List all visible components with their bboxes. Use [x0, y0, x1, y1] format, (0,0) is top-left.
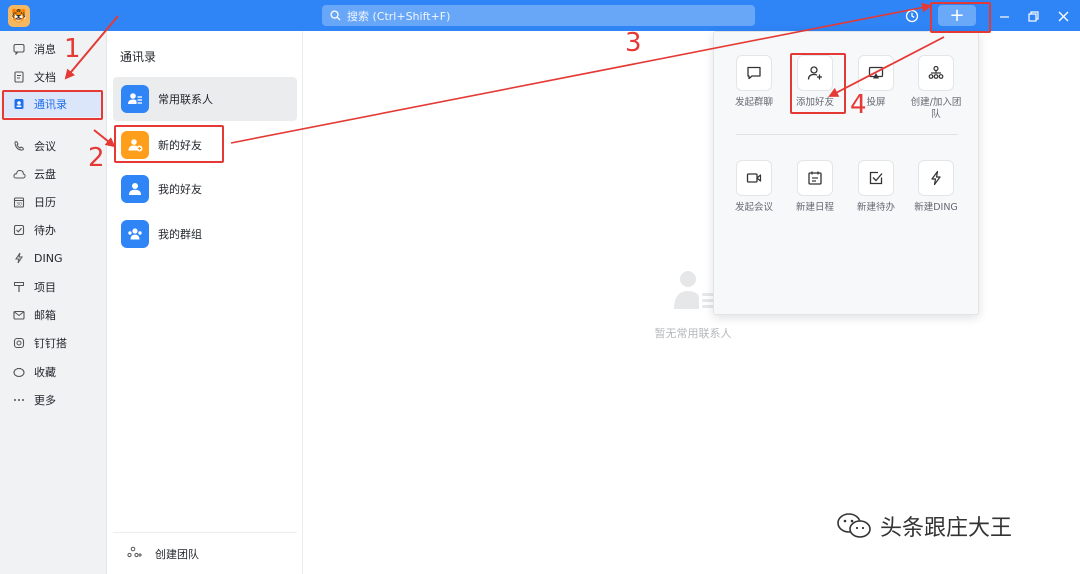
- screen-cast-icon: [858, 55, 894, 91]
- my-groups-icon: [121, 220, 149, 248]
- annotation-number-2: 2: [88, 143, 105, 173]
- svg-text:30: 30: [16, 202, 22, 208]
- annotation-number-4: 4: [850, 90, 867, 120]
- document-icon: [12, 70, 26, 84]
- my-friends-icon: [121, 175, 149, 203]
- title-bar: 🐯 搜索 (Ctrl+Shift+F) +: [0, 0, 1080, 31]
- sidebar-item-label: 收藏: [34, 366, 56, 379]
- sidebar-item-mail[interactable]: 邮箱: [2, 302, 102, 328]
- annotation-number-1: 1: [64, 34, 81, 64]
- search-input[interactable]: 搜索 (Ctrl+Shift+F): [322, 5, 755, 26]
- ding-icon: [12, 251, 26, 265]
- search-icon: [330, 10, 341, 21]
- calendar-icon: 30: [12, 195, 26, 209]
- sidebar-item-calendar[interactable]: 30 日历: [2, 189, 102, 215]
- sidebar-item-ding[interactable]: DING: [2, 245, 102, 271]
- contacts-panel: 通讯录 常用联系人 新的好友 我的好友 我的群组 创建团队: [107, 31, 303, 574]
- sidebar-item-label: 钉钉搭: [34, 337, 67, 350]
- create-team-button[interactable]: 创建团队: [113, 532, 297, 574]
- meeting-icon: [12, 139, 26, 153]
- builder-icon: [12, 336, 26, 350]
- contact-category-my-friends[interactable]: 我的好友: [113, 167, 297, 211]
- sidebar-item-meeting[interactable]: 会议: [2, 133, 102, 159]
- action-label: 发起群聊: [734, 97, 773, 108]
- new-todo-action[interactable]: 新建待办: [846, 160, 906, 214]
- lightning-icon: [918, 160, 954, 196]
- search-placeholder: 搜索 (Ctrl+Shift+F): [347, 9, 451, 23]
- sidebar-item-more[interactable]: 更多: [2, 387, 102, 413]
- favorite-icon: [12, 365, 26, 379]
- create-join-team-action[interactable]: 创建/加入团队: [906, 55, 966, 122]
- sidebar-item-label: 文档: [34, 71, 56, 84]
- action-label: 新建DING: [914, 202, 958, 213]
- empty-contacts-icon: [674, 271, 715, 309]
- sidebar-item-project[interactable]: 项目: [2, 274, 102, 300]
- new-schedule-action[interactable]: 新建日程: [785, 160, 845, 214]
- sidebar-item-label: 云盘: [34, 168, 56, 181]
- annotation-box-plus: [930, 2, 991, 33]
- sidebar-item-cloud[interactable]: 云盘: [2, 161, 102, 187]
- mail-icon: [12, 308, 26, 322]
- chat-bubble-icon: [736, 55, 772, 91]
- sidebar-item-label: DING: [34, 251, 63, 265]
- sidebar-item-label: 项目: [34, 281, 56, 294]
- schedule-icon: [797, 160, 833, 196]
- start-meeting-action[interactable]: 发起会议: [724, 160, 784, 214]
- history-icon[interactable]: [903, 7, 921, 25]
- sidebar-item-label: 日历: [34, 196, 56, 209]
- wechat-icon: [837, 513, 871, 538]
- frequent-contacts-icon: [121, 85, 149, 113]
- sidebar-item-label: 待办: [34, 224, 56, 237]
- watermark-text: 头条跟庄大王: [880, 516, 1013, 541]
- sidebar-item-docs[interactable]: 文档: [2, 64, 102, 90]
- sidebar-item-favorite[interactable]: 收藏: [2, 359, 102, 385]
- action-label: 发起会议: [734, 202, 773, 213]
- more-icon: [12, 393, 26, 407]
- annotation-box-add-friend: [790, 53, 846, 114]
- annotation-number-3: 3: [625, 28, 642, 58]
- contact-category-label: 我的群组: [158, 228, 202, 241]
- sidebar-item-label: 邮箱: [34, 309, 56, 322]
- contact-category-label: 常用联系人: [158, 93, 213, 106]
- restore-icon[interactable]: [1023, 6, 1043, 26]
- close-icon[interactable]: [1053, 6, 1073, 26]
- contact-category-frequent[interactable]: 常用联系人: [113, 77, 297, 121]
- watermark: 头条跟庄大王: [836, 510, 1012, 542]
- start-group-chat-action[interactable]: 发起群聊: [724, 55, 784, 109]
- sidebar-item-builder[interactable]: 钉钉搭: [2, 330, 102, 356]
- panel-title: 通讯录: [120, 50, 157, 64]
- annotation-box-contacts: [2, 90, 103, 120]
- sidebar-item-label: 会议: [34, 140, 56, 153]
- cloud-icon: [12, 167, 26, 181]
- annotation-box-new-friends: [114, 125, 224, 163]
- new-ding-action[interactable]: 新建DING: [906, 160, 966, 214]
- sidebar-item-label: 更多: [34, 394, 56, 407]
- quick-action-menu: 发起群聊 添加好友 投屏 创建/加入团队 发起会议 新建日程 新建待办 新建DI…: [713, 31, 979, 315]
- create-team-label: 创建团队: [155, 547, 199, 561]
- sidebar-item-messages[interactable]: 消息: [2, 36, 102, 62]
- action-label: 新建待办: [856, 202, 895, 213]
- video-icon: [736, 160, 772, 196]
- empty-state-text: 暂无常用联系人: [654, 327, 732, 340]
- sidebar-item-label: 消息: [34, 43, 56, 56]
- todo-icon: [12, 223, 26, 237]
- contact-category-label: 我的好友: [158, 183, 202, 196]
- checkbox-icon: [858, 160, 894, 196]
- team-icon: [918, 55, 954, 91]
- message-icon: [12, 42, 26, 56]
- sidebar-item-todo[interactable]: 待办: [2, 217, 102, 243]
- menu-divider: [736, 134, 958, 135]
- contact-category-my-groups[interactable]: 我的群组: [113, 212, 297, 256]
- minimize-icon[interactable]: [994, 6, 1014, 26]
- action-label: 新建日程: [795, 202, 834, 213]
- project-icon: [12, 280, 26, 294]
- team-icon: [127, 546, 143, 561]
- action-label: 创建/加入团队: [910, 97, 962, 121]
- user-avatar-icon[interactable]: 🐯: [8, 5, 30, 27]
